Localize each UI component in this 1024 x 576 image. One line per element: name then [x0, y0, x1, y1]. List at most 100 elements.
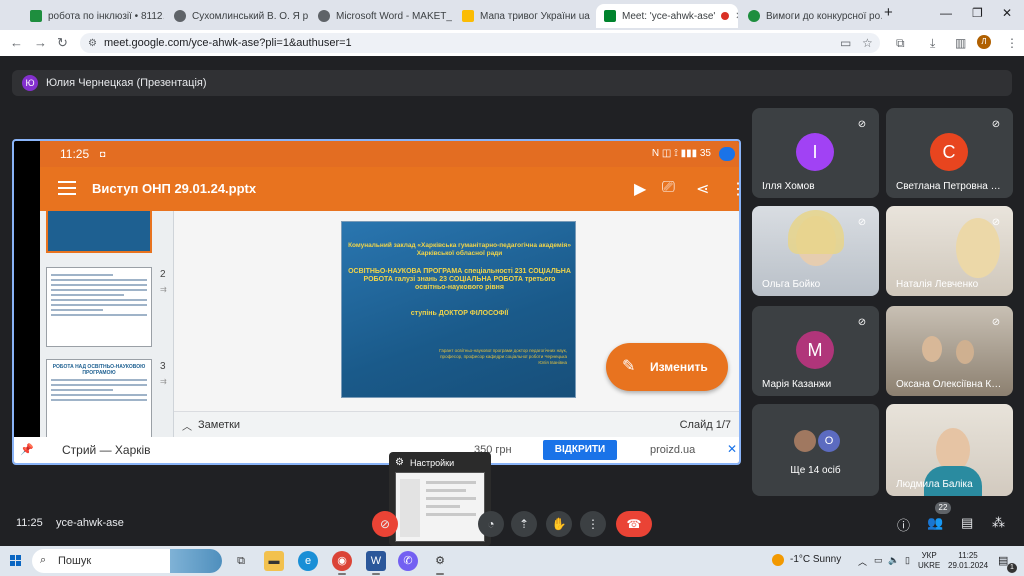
present-button[interactable]: ⇡	[511, 511, 537, 537]
file-title: Виступ ОНП 29.01.24.pptx	[92, 181, 257, 196]
system-clock[interactable]: 11:25 29.01.2024	[948, 551, 988, 571]
word-icon[interactable]: W	[366, 551, 386, 571]
hand-icon: ✋	[551, 517, 567, 531]
drag-handle-icon[interactable]: ⇉	[160, 377, 167, 386]
notes-bar[interactable]: ︿ Заметки Слайд 1/7	[174, 411, 739, 437]
meeting-code: yce-ahwk-ase	[56, 517, 124, 529]
mic-off-icon: ⊘	[379, 517, 391, 531]
restore-icon[interactable]: ❐	[972, 6, 983, 20]
camera-notification-icon: ◘	[100, 149, 106, 159]
participant-name: Марія Казанжи	[762, 379, 832, 390]
forward-icon[interactable]: →	[34, 35, 47, 50]
share-icon[interactable]: ⋖	[696, 179, 709, 199]
ad-open-button[interactable]: ВІДКРИТИ	[543, 440, 617, 460]
windows-start-icon[interactable]	[10, 555, 22, 567]
chrome-icon[interactable]: ◉	[332, 551, 352, 571]
participant-tile[interactable]: ⊘ С Светлана Петровна …	[886, 108, 1013, 198]
people-icon[interactable]: 👥	[927, 515, 943, 531]
battery-tray-icon[interactable]: ▯	[905, 555, 910, 566]
browser-tab[interactable]: Мапа тривог України ua ✕	[454, 4, 596, 28]
participant-tile[interactable]: ⊘ І Ілля Хомов	[752, 108, 879, 198]
slide-degree: ступінь ДОКТОР ФІЛОСОФІЇ	[410, 310, 509, 317]
pin-icon: 📌	[20, 444, 34, 456]
bookmark-star-icon[interactable]: ☆	[862, 36, 873, 50]
file-explorer-icon[interactable]: ▬	[264, 551, 284, 571]
edit-button[interactable]: ✎ Изменить	[606, 343, 728, 391]
ad-banner: 📌 Стрий — Харків 350 грн ВІДКРИТИ proizd…	[14, 437, 739, 463]
new-tab-icon[interactable]: +	[884, 4, 893, 21]
input-language[interactable]: УКР UKRE	[918, 551, 940, 571]
minimize-icon[interactable]: —	[940, 6, 952, 20]
participant-face	[956, 340, 974, 364]
window-preview-popup[interactable]: ⚙ Настройки	[389, 452, 491, 546]
slide-thumbnail-2[interactable]	[46, 267, 152, 347]
chevron-up-icon[interactable]: ︿	[182, 418, 192, 433]
drag-handle-icon[interactable]: ⇉	[160, 285, 167, 294]
slide-thumbnail-1[interactable]	[46, 211, 152, 253]
task-view-icon[interactable]: ⧉	[231, 551, 251, 571]
volume-icon[interactable]: 🔈	[888, 555, 899, 566]
settings-gear-icon[interactable]: ⚙	[430, 551, 450, 571]
site-info-icon[interactable]: ⚙	[88, 38, 97, 49]
browser-tab[interactable]: Microsoft Word - MAKET_… ✕	[310, 4, 452, 28]
address-toolbar: ← → ↻ ⚙ meet.google.com/yce-ahwk-ase?pli…	[0, 30, 1024, 56]
activities-icon[interactable]: ⁂	[992, 515, 1005, 531]
side-panel-icon[interactable]: ▥	[955, 36, 966, 50]
hamburger-menu-icon[interactable]	[58, 181, 76, 195]
slide-thumbnail-3[interactable]: РОБОТА НАД ОСВІТНЬО-НАУКОВОЮ ПРОГРАМОЮ	[46, 359, 152, 437]
camera-icon[interactable]: ▭	[840, 36, 851, 50]
popup-title: Настройки	[410, 458, 455, 468]
browser-tab-active[interactable]: Meet: 'yce-ahwk-ase' ✕	[596, 4, 738, 28]
slide-footer: Гарант освітньо-наукової програми доктор…	[439, 348, 567, 365]
participant-tile[interactable]: Людмила Баліка	[886, 404, 1013, 496]
more-options-button[interactable]: ⋮	[580, 511, 606, 537]
shared-screen[interactable]: 11:25 ◘ N ◫ ⟟ ▮▮▮ 35 Виступ ОНП 29.01.24…	[12, 139, 741, 465]
participant-tile[interactable]: ⊘ Оксана Олексіївна К…	[886, 306, 1013, 396]
participant-tile[interactable]: ⊘ Наталія Левченко	[886, 206, 1013, 296]
extensions-icon[interactable]: ⧉	[896, 36, 905, 51]
overflow-menu-icon[interactable]: ⋮	[730, 179, 739, 199]
ad-site: proizd.ua	[650, 444, 696, 456]
slide-counter: Слайд 1/7	[679, 419, 731, 431]
browser-tab[interactable]: Сухомлинський В. О. Я р… ✕	[166, 4, 308, 28]
participant-name: Ілля Хомов	[762, 181, 815, 192]
weather-text[interactable]: -1°C Sunny	[790, 554, 841, 565]
viber-icon[interactable]: ✆	[398, 551, 418, 571]
close-icon[interactable]: ✕	[729, 11, 738, 22]
current-slide[interactable]: Комунальний заклад «Харківська гуманітар…	[341, 221, 576, 398]
window-thumbnail[interactable]	[395, 472, 485, 542]
download-icon[interactable]: ⤓	[930, 36, 935, 51]
network-icon[interactable]: ▭	[874, 555, 883, 566]
meeting-clock: 11:25	[16, 517, 43, 529]
close-window-icon[interactable]: ✕	[1002, 6, 1012, 20]
reload-icon[interactable]: ↻	[57, 35, 68, 51]
mic-toggle-button[interactable]: ⊘	[372, 511, 398, 537]
raise-hand-button[interactable]: ✋	[546, 511, 572, 537]
play-icon[interactable]: ▶	[634, 179, 646, 199]
mic-off-icon: ⊘	[991, 217, 1001, 228]
ad-close-icon[interactable]: ✕	[727, 442, 737, 456]
profile-avatar[interactable]: Л	[977, 35, 991, 49]
captions-button[interactable]: ◔	[478, 511, 504, 537]
edge-icon[interactable]: e	[298, 551, 318, 571]
participant-tile[interactable]: ⊘ Ольга Бойко	[752, 206, 879, 296]
chat-icon[interactable]: ▤	[961, 515, 973, 531]
battery-icon: 35	[699, 148, 711, 159]
mic-off-icon: ⊘	[991, 119, 1001, 130]
screen-share-indicator-icon	[719, 147, 735, 161]
taskbar-search[interactable]: ⌕ Пошук	[32, 549, 222, 573]
cast-icon[interactable]: ⎚	[662, 179, 675, 197]
thumbnail-title: РОБОТА НАД ОСВІТНЬО-НАУКОВОЮ ПРОГРАМОЮ	[52, 364, 146, 376]
more-participants-tile[interactable]: О Ще 14 осіб	[752, 404, 879, 496]
menu-kebab-icon[interactable]: ⋮	[1006, 36, 1018, 50]
tray-chevron-icon[interactable]: ︿	[858, 555, 867, 568]
info-icon[interactable]: ⓘ	[897, 515, 910, 534]
back-icon[interactable]: ←	[10, 35, 23, 50]
leave-call-button[interactable]: ☎	[616, 511, 652, 537]
url-text[interactable]: meet.google.com/yce-ahwk-ase?pli=1&authu…	[104, 37, 352, 49]
browser-tab[interactable]: Вимоги до конкурсної ро… ✕	[740, 4, 882, 28]
browser-tab[interactable]: робота по інклюзії • 8112… ✕	[22, 4, 164, 28]
notes-label: Заметки	[198, 419, 241, 431]
participant-tile[interactable]: ⊘ М Марія Казанжи	[752, 306, 879, 396]
sun-icon	[772, 554, 784, 566]
